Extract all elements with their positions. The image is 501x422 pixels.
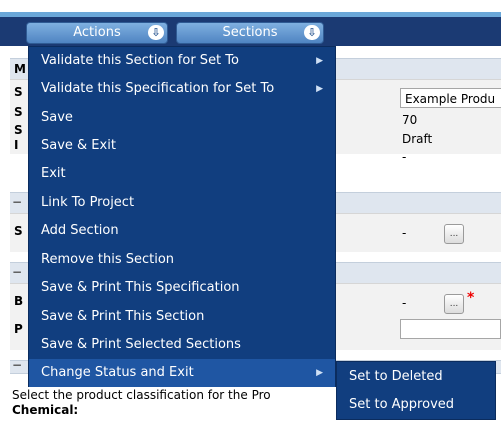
issue-value: -: [402, 150, 407, 164]
submenu-item-set-approved[interactable]: Set to Approved: [337, 391, 495, 419]
menu-item-save-print-selected[interactable]: Save & Print Selected Sections: [29, 331, 335, 359]
actions-button-label: Actions: [73, 25, 121, 40]
classification-instruction: Select the product classification for th…: [12, 388, 271, 402]
submenu-arrow-icon: ▶: [316, 56, 323, 66]
field-label: B: [14, 294, 24, 308]
menu-item-label: Add Section: [41, 223, 119, 238]
menu-item-label: Save & Print This Section: [41, 309, 205, 324]
submenu-arrow-icon: ▶: [316, 368, 323, 378]
menu-item-save-exit[interactable]: Save & Exit: [29, 132, 335, 160]
menu-item-label: Exit: [41, 166, 66, 181]
submenu-item-set-deleted[interactable]: Set to Deleted: [337, 363, 495, 391]
arrow-down-icon: ⇩: [304, 25, 320, 40]
field-label: S: [14, 224, 23, 238]
menu-item-validate-specification[interactable]: Validate this Specification for Set To ▶: [29, 75, 335, 103]
menu-item-save-print-specification[interactable]: Save & Print This Specification: [29, 274, 335, 302]
menu-item-label: Remove this Section: [41, 252, 175, 267]
menu-item-link-to-project[interactable]: Link To Project: [29, 189, 335, 217]
field-label: P: [14, 322, 23, 336]
menu-item-save[interactable]: Save: [29, 104, 335, 132]
menu-item-label: Save: [41, 110, 73, 125]
actions-button[interactable]: Actions ⇩: [26, 22, 168, 44]
menu-item-label: Save & Print Selected Sections: [41, 337, 241, 352]
field-label: S: [14, 123, 23, 137]
field-value: -: [402, 296, 407, 310]
collapse-icon[interactable]: −: [12, 358, 22, 372]
menu-item-validate-section[interactable]: Validate this Section for Set To ▶: [29, 47, 335, 75]
sections-button[interactable]: Sections ⇩: [176, 22, 324, 44]
toolbar: Actions ⇩ Sections ⇩: [0, 12, 501, 46]
submenu-arrow-icon: ▶: [316, 84, 323, 94]
menu-item-label: Validate this Specification for Set To: [41, 81, 275, 96]
collapse-icon[interactable]: −: [12, 195, 22, 209]
collapse-icon[interactable]: −: [12, 265, 22, 279]
lookup-button[interactable]: ...: [444, 224, 464, 244]
status-value: Draft: [402, 132, 433, 146]
submenu-item-label: Set to Approved: [349, 397, 455, 412]
section-title: M: [14, 62, 26, 76]
arrow-down-icon: ⇩: [148, 25, 164, 40]
menu-item-change-status-exit[interactable]: Change Status and Exit ▶: [29, 359, 335, 387]
change-status-submenu: Set to Deleted Set to Approved: [336, 361, 496, 420]
menu-item-label: Link To Project: [41, 195, 135, 210]
field-label: I: [14, 138, 19, 152]
required-marker: *: [467, 290, 475, 306]
chemical-label: Chemical:: [12, 403, 79, 417]
number-value: 70: [402, 113, 418, 127]
menu-item-label: Save & Exit: [41, 138, 116, 153]
menu-item-remove-section[interactable]: Remove this Section: [29, 246, 335, 274]
field-value: -: [402, 226, 407, 240]
menu-item-label: Save & Print This Specification: [41, 280, 240, 295]
menu-item-add-section[interactable]: Add Section: [29, 217, 335, 245]
menu-item-save-print-section[interactable]: Save & Print This Section: [29, 303, 335, 331]
menu-item-label: Validate this Section for Set To: [41, 53, 239, 68]
field-label: S: [14, 85, 23, 99]
actions-menu: Validate this Section for Set To ▶ Valid…: [28, 46, 336, 387]
text-input[interactable]: [400, 319, 501, 339]
field-label: S: [14, 105, 23, 119]
menu-item-label: Change Status and Exit: [41, 365, 194, 380]
sections-button-label: Sections: [222, 25, 278, 40]
toolbar-edge: [0, 12, 501, 17]
submenu-item-label: Set to Deleted: [349, 369, 443, 384]
lookup-button[interactable]: ...: [444, 294, 464, 314]
product-name-input[interactable]: Example Produ: [400, 88, 501, 108]
menu-item-exit[interactable]: Exit: [29, 160, 335, 188]
